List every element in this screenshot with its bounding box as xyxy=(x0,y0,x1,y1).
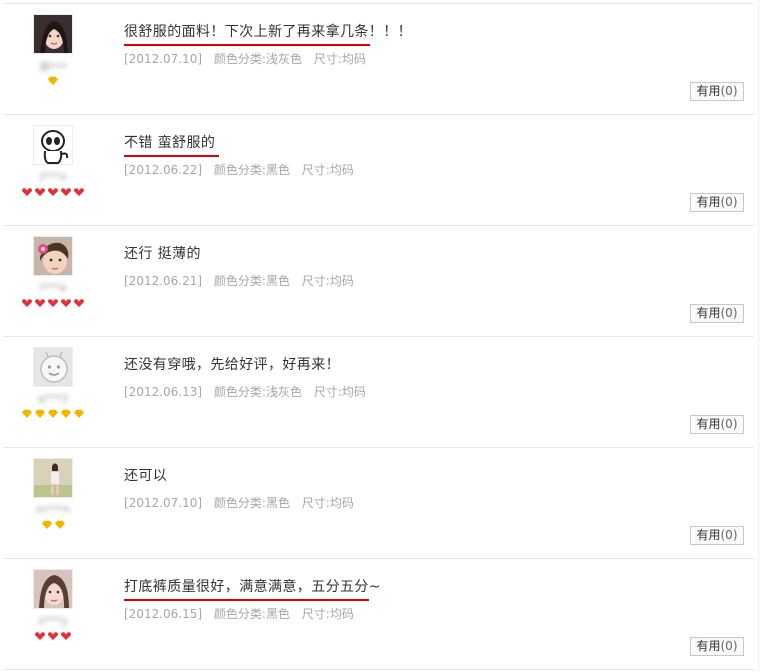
comment-underline xyxy=(124,44,370,46)
useful-label: 有用 xyxy=(696,84,721,98)
review-color: 颜色分类:黑色 xyxy=(213,274,290,288)
yellow-diamond-icon xyxy=(73,409,85,419)
comment-underline xyxy=(124,155,219,157)
review-color: 颜色分类:黑色 xyxy=(213,607,290,621)
useful-button[interactable]: 有用(0) xyxy=(690,82,744,101)
red-heart-icon xyxy=(47,298,59,308)
yellow-diamond-icon xyxy=(34,409,46,419)
yellow-diamond-icon xyxy=(53,520,66,530)
useful-count: (0) xyxy=(720,306,738,320)
red-heart-icon xyxy=(47,631,59,641)
red-heart-icon xyxy=(73,298,85,308)
review-date: [2012.06.13] xyxy=(124,385,203,399)
review-date: [2012.06.21] xyxy=(124,274,203,288)
useful-label: 有用 xyxy=(696,195,721,209)
red-heart-icon xyxy=(47,187,59,197)
review-date: [2012.06.15] xyxy=(124,607,203,621)
review-color: 颜色分类:黑色 xyxy=(213,496,290,510)
useful-count: (0) xyxy=(720,84,738,98)
review-meta: [2012.07.10] 颜色分类:浅灰色 尺寸:均码 xyxy=(124,52,374,66)
useful-button[interactable]: 有用(0) xyxy=(690,526,744,545)
user-name[interactable]: j***o xyxy=(22,170,84,182)
review-comment: 不错 蛮舒服的 xyxy=(124,135,216,151)
user-name[interactable]: 葛*** xyxy=(22,59,84,71)
review-item: q***2 还没有穿哦，先给好评，好再来！ [2012.06.13] 颜色分类:… xyxy=(4,337,754,448)
user-name[interactable]: m***n xyxy=(22,503,84,515)
red-heart-icon xyxy=(73,187,85,197)
review-item: m***n 还可以 [2012.07.10] 颜色分类:黑色 尺寸:均码 有用(… xyxy=(4,448,754,559)
review-meta: [2012.06.13] 颜色分类:浅灰色 尺寸:均码 xyxy=(124,385,374,399)
user-name[interactable]: q***2 xyxy=(22,392,84,404)
review-item: 葛*** 很舒服的面料！下次上新了再来拿几条！！！ [2012.07.10] 颜… xyxy=(4,4,754,115)
review-color: 颜色分类:浅灰色 xyxy=(213,385,302,399)
red-heart-icon xyxy=(21,298,33,308)
buyer-rank xyxy=(4,298,102,310)
yellow-diamond-icon xyxy=(47,76,59,86)
buyer-rank xyxy=(4,76,102,88)
red-heart-icon xyxy=(60,298,72,308)
review-size: 尺寸:均码 xyxy=(313,52,366,66)
useful-button[interactable]: 有用(0) xyxy=(690,304,744,323)
useful-label: 有用 xyxy=(696,417,721,431)
useful-button[interactable]: 有用(0) xyxy=(690,415,744,434)
red-heart-icon xyxy=(34,298,46,308)
review-item: l***a 还行 挺薄的 [2012.06.21] 颜色分类:黑色 尺寸:均码 … xyxy=(4,226,754,337)
review-size: 尺寸:均码 xyxy=(301,163,354,177)
useful-button[interactable]: 有用(0) xyxy=(690,193,744,212)
useful-button[interactable]: 有用(0) xyxy=(690,637,744,656)
review-comment: 很舒服的面料！下次上新了再来拿几条！！！ xyxy=(124,24,412,40)
useful-label: 有用 xyxy=(696,528,721,542)
yellow-diamond-icon xyxy=(21,409,33,419)
review-meta: [2012.07.10] 颜色分类:黑色 尺寸:均码 xyxy=(124,496,362,510)
user-avatar[interactable] xyxy=(33,458,73,498)
yellow-diamond-icon xyxy=(40,520,53,530)
red-heart-icon xyxy=(34,187,46,197)
buyer-rank xyxy=(4,187,102,199)
user-avatar[interactable] xyxy=(33,125,73,165)
review-size: 尺寸:均码 xyxy=(301,496,354,510)
review-date: [2012.06.22] xyxy=(124,163,203,177)
review-meta: [2012.06.22] 颜色分类:黑色 尺寸:均码 xyxy=(124,163,362,177)
user-avatar[interactable] xyxy=(33,236,73,276)
review-item: j***o 不错 蛮舒服的 [2012.06.22] 颜色分类:黑色 尺寸:均码… xyxy=(4,115,754,226)
review-date: [2012.07.10] xyxy=(124,496,203,510)
review-size: 尺寸:均码 xyxy=(301,274,354,288)
buyer-rank xyxy=(4,409,102,421)
buyer-rank xyxy=(4,631,102,643)
buyer-rank xyxy=(4,520,102,532)
yellow-diamond-icon xyxy=(47,409,59,419)
user-avatar[interactable] xyxy=(33,569,73,609)
red-heart-icon xyxy=(60,631,72,641)
review-date: [2012.07.10] xyxy=(124,52,203,66)
review-size: 尺寸:均码 xyxy=(301,607,354,621)
comment-underline xyxy=(124,599,369,601)
red-heart-icon xyxy=(34,631,46,641)
review-color: 颜色分类:黑色 xyxy=(213,163,290,177)
review-meta: [2012.06.21] 颜色分类:黑色 尺寸:均码 xyxy=(124,274,362,288)
review-size: 尺寸:均码 xyxy=(313,385,366,399)
right-edge-line xyxy=(758,0,759,672)
useful-label: 有用 xyxy=(696,639,721,653)
review-comment: 还行 挺薄的 xyxy=(124,246,201,262)
useful-count: (0) xyxy=(720,639,738,653)
user-avatar[interactable] xyxy=(33,347,73,387)
red-heart-icon xyxy=(21,187,33,197)
review-comment: 打底裤质量很好，满意满意，五分五分~ xyxy=(124,579,381,595)
user-name[interactable]: x***y xyxy=(22,614,84,626)
review-comment: 还没有穿哦，先给好评，好再来！ xyxy=(124,357,340,373)
red-heart-icon xyxy=(60,187,72,197)
user-avatar[interactable] xyxy=(33,14,73,54)
useful-count: (0) xyxy=(720,528,738,542)
review-item: x***y 打底裤质量很好，满意满意，五分五分~ [2012.06.15] 颜色… xyxy=(4,559,754,670)
review-color: 颜色分类:浅灰色 xyxy=(213,52,302,66)
user-name[interactable]: l***a xyxy=(22,281,84,293)
useful-label: 有用 xyxy=(696,306,721,320)
yellow-diamond-icon xyxy=(60,409,72,419)
review-comment: 还可以 xyxy=(124,468,168,484)
useful-count: (0) xyxy=(720,417,738,431)
review-list: 葛*** 很舒服的面料！下次上新了再来拿几条！！！ [2012.07.10] 颜… xyxy=(0,0,763,672)
review-meta: [2012.06.15] 颜色分类:黑色 尺寸:均码 xyxy=(124,607,362,621)
useful-count: (0) xyxy=(720,195,738,209)
